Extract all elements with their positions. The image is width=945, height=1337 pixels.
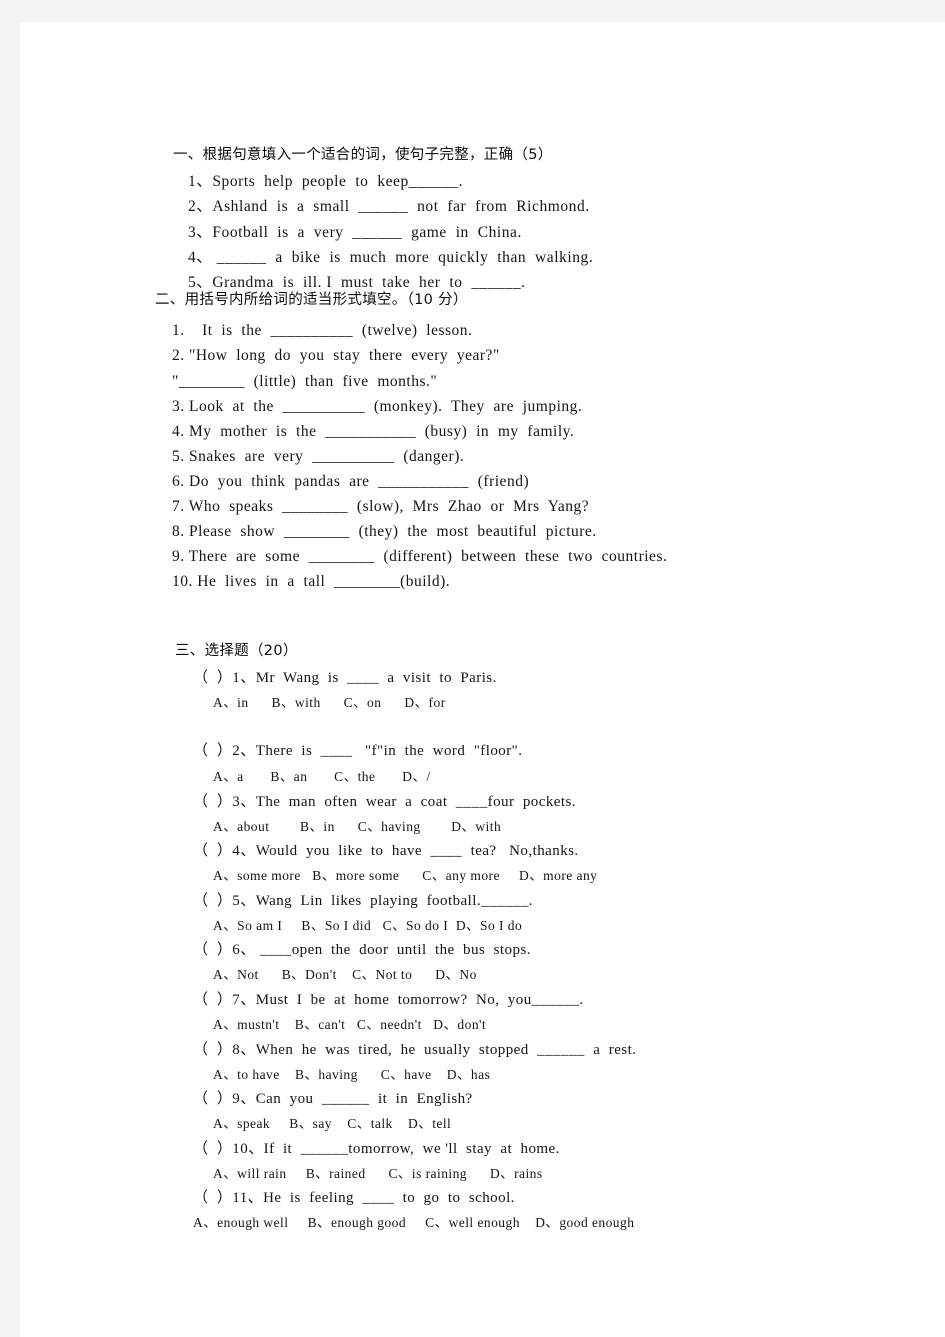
section-3-question-5-stem: （ ）5、Wang Lin likes playing football.___… (193, 893, 533, 909)
section-3-question-3-stem: （ ）3、The man often wear a coat ____four … (193, 794, 577, 810)
section-1-item-1: 1、Sports help people to keep______. (188, 173, 464, 190)
section-3-question-4-stem: （ ）4、Would you like to have ____ tea? No… (193, 843, 579, 859)
section-3-question-8-stem: （ ）8、When he was tired, he usually stopp… (193, 1042, 637, 1058)
section-2-item-10: 10. He lives in a tall ________(build). (172, 573, 451, 590)
section-3-question-8-options: A、to have B、having C、have D、has (213, 1067, 491, 1082)
section-3-question-7-options: A、mustn't B、can't C、needn't D、don't (213, 1017, 487, 1032)
section-3-question-2-stem: （ ）2、There is ____ "f"in the word "floor… (193, 743, 523, 759)
section-2-item-1: 1. It is the __________ (twelve) lesson. (172, 322, 473, 339)
section-2-item-9: 9. There are some ________ (different) b… (172, 548, 668, 565)
section-2-item-7: 7. Who speaks ________ (slow), Mrs Zhao … (172, 498, 590, 515)
section-3-question-11-options: A、enough well B、enough good C、well enoug… (193, 1215, 635, 1230)
section-2-item-4: 4. My mother is the ___________ (busy) i… (172, 423, 575, 440)
section-2-item-2-cont: "________ (little) than five months." (172, 373, 438, 390)
section-2-item-8: 8. Please show ________ (they) the most … (172, 523, 597, 540)
section-3-question-3-options: A、about B、in C、having D、with (213, 819, 502, 834)
section-3-heading: 三、选择题（20） (175, 643, 298, 659)
section-2-item-2: 2. "How long do you stay there every yea… (172, 347, 500, 364)
section-3-question-6-stem: （ ）6、 ____open the door until the bus st… (193, 942, 531, 958)
section-1-heading: 一、根据句意填入一个适合的词，使句子完整，正确（5） (173, 147, 553, 163)
section-3-question-11-stem: （ ）11、He is feeling ____ to go to school… (193, 1190, 515, 1206)
section-3-question-9-stem: （ ）9、Can you ______ it in English? (193, 1091, 473, 1107)
section-1-item-4: 4、 ______ a bike is much more quickly th… (188, 249, 594, 266)
document-page: 一、根据句意填入一个适合的词，使句子完整，正确（5） 1、Sports help… (20, 22, 945, 1337)
section-3-question-4-options: A、some more B、more some C、any more D、mor… (213, 868, 598, 883)
section-1-item-3: 3、Football is a very ______ game in Chin… (188, 224, 522, 241)
section-3-question-1-options: A、in B、with C、on D、for (213, 695, 446, 710)
section-2-item-5: 5. Snakes are very __________ (danger). (172, 448, 465, 465)
section-3-question-1-stem: （ ）1、Mr Wang is ____ a visit to Paris. (193, 670, 497, 686)
section-2-heading: 二、用括号内所给词的适当形式填空。（10 分） (155, 292, 468, 308)
section-3-question-5-options: A、So am I B、So I did C、So do I D、So I do (213, 918, 523, 933)
section-1-item-5: 5、Grandma is ill. I must take her to ___… (188, 274, 526, 291)
section-1-item-2: 2、Ashland is a small ______ not far from… (188, 198, 590, 215)
section-3-question-9-options: A、speak B、say C、talk D、tell (213, 1116, 452, 1131)
section-2-item-6: 6. Do you think pandas are ___________ (… (172, 473, 530, 490)
section-2-item-3: 3. Look at the __________ (monkey). They… (172, 398, 583, 415)
section-3-question-10-stem: （ ）10、If it ______tomorrow, we 'll stay … (193, 1141, 560, 1157)
section-3-question-2-options: A、a B、an C、the D、/ (213, 769, 431, 784)
section-3-question-10-options: A、will rain B、rained C、is raining D、rain… (213, 1166, 543, 1181)
section-3-question-7-stem: （ ）7、Must I be at home tomorrow? No, you… (193, 992, 584, 1008)
section-3-question-6-options: A、Not B、Don't C、Not to D、No (213, 967, 477, 982)
